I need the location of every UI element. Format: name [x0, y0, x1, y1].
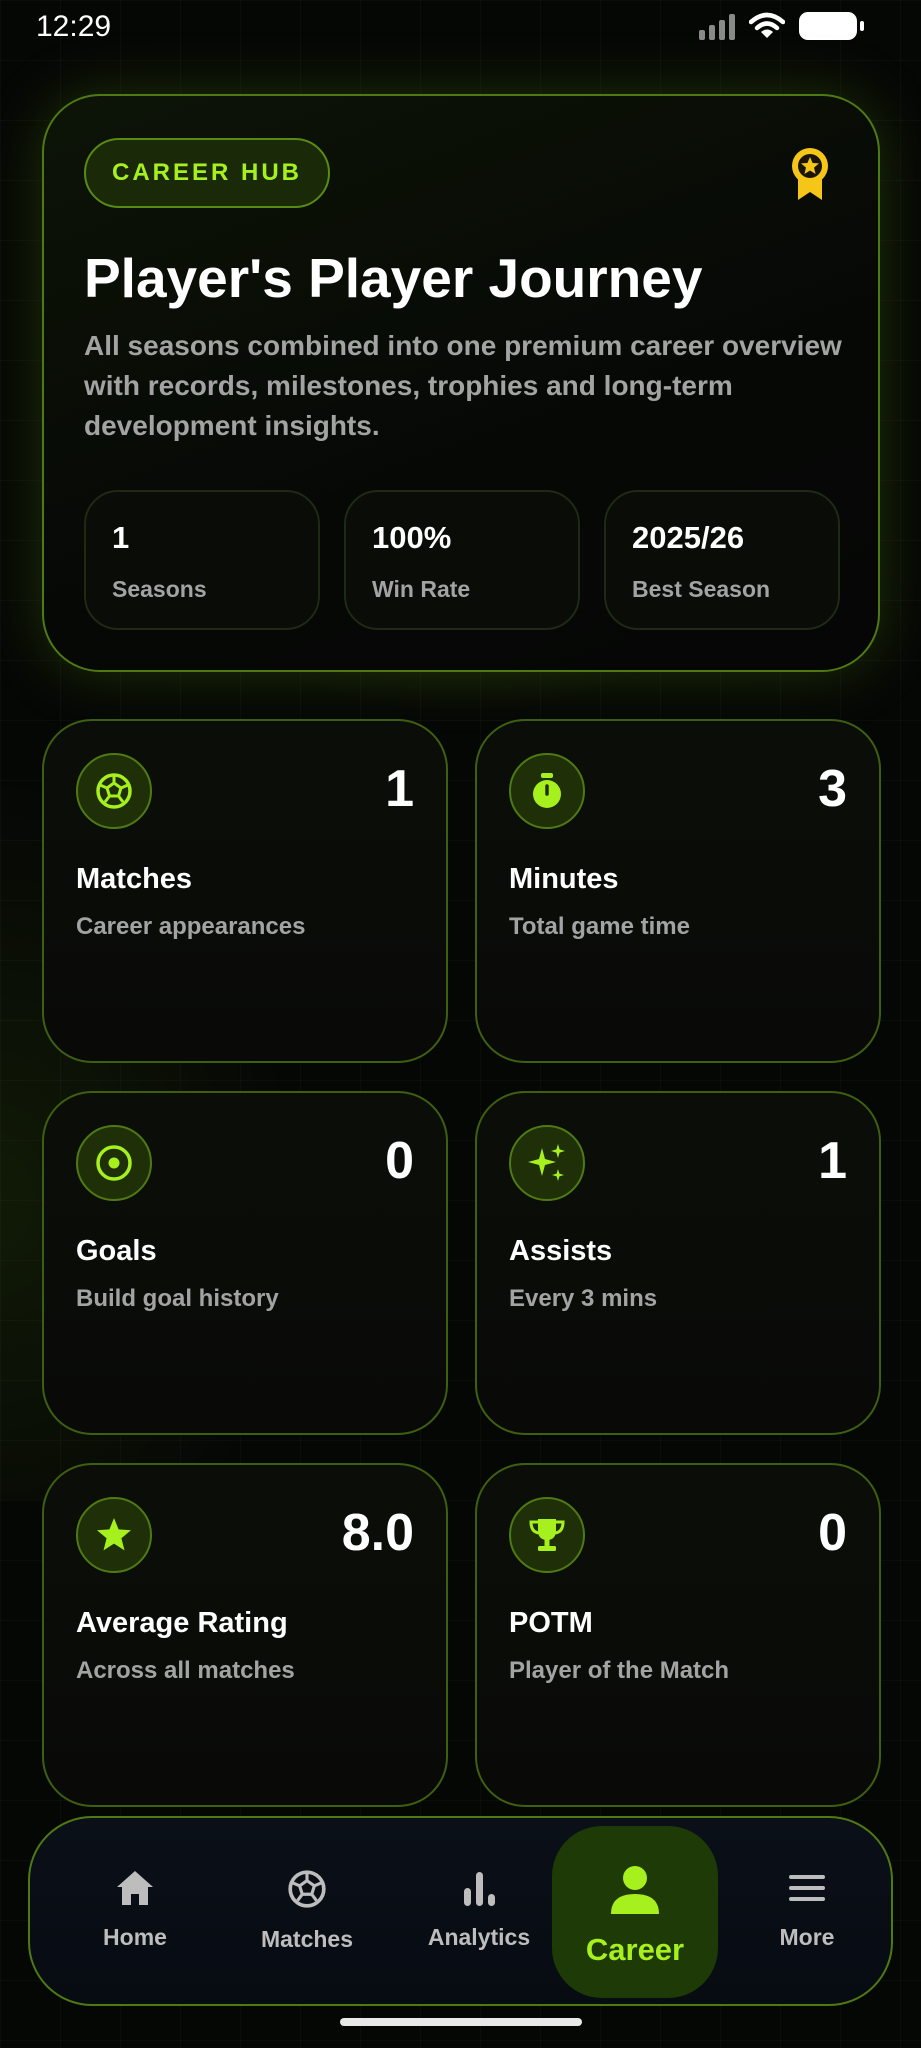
card-title: Assists: [509, 1235, 613, 1267]
stat-seasons: 1 Seasons: [84, 490, 320, 630]
nav-label: Home: [103, 1924, 167, 1950]
card-value: 3: [818, 760, 847, 818]
card-subtitle: Every 3 mins: [509, 1285, 658, 1312]
card-value: 1: [818, 1132, 847, 1190]
stat-value: 2025/26: [632, 520, 745, 555]
stat-best-season: 2025/26 Best Season: [604, 490, 840, 630]
card-value: 0: [818, 1504, 847, 1562]
card-value: 8.0: [341, 1504, 414, 1562]
metric-card-assists[interactable]: 1 Assists Every 3 mins: [475, 1091, 881, 1435]
nav-label: Career: [585, 1932, 685, 1967]
football-icon: [76, 753, 152, 829]
wifi-icon: [749, 12, 785, 38]
career-hub-badge: CAREER HUB: [84, 138, 331, 208]
menu-icon: [789, 1875, 825, 1901]
star-icon: [76, 1497, 152, 1573]
card-subtitle: Across all matches: [76, 1657, 295, 1684]
stat-label: Win Rate: [372, 576, 471, 602]
metric-card-potm[interactable]: 0 POTM Player of the Match: [475, 1463, 881, 1807]
nav-item-analytics[interactable]: Analytics: [396, 1818, 562, 2008]
card-title: POTM: [509, 1607, 593, 1639]
bar-chart-icon: [464, 1872, 495, 1906]
card-subtitle: Career appearances: [76, 913, 306, 940]
target-icon: [76, 1125, 152, 1201]
bottom-nav: Home Matches Analytics Career More: [28, 1816, 893, 2006]
status-time: 12:29: [36, 10, 112, 43]
page-title: Player's Player Journey: [84, 247, 703, 309]
nav-item-matches[interactable]: Matches: [224, 1818, 390, 2008]
metric-card-goals[interactable]: 0 Goals Build goal history: [42, 1091, 448, 1435]
metric-card-average-rating[interactable]: 8.0 Average Rating Across all matches: [42, 1463, 448, 1807]
card-subtitle: Total game time: [509, 913, 690, 940]
card-title: Matches: [76, 863, 193, 895]
home-indicator[interactable]: [340, 2018, 582, 2026]
home-icon: [117, 1871, 153, 1905]
career-hero-card: CAREER HUB Player's Player Journey All s…: [42, 94, 880, 672]
stopwatch-icon: [509, 753, 585, 829]
card-value: 1: [385, 760, 414, 818]
status-icons: [699, 12, 864, 40]
card-title: Minutes: [509, 863, 619, 895]
status-bar: 12:29: [0, 0, 921, 54]
battery-icon: [799, 12, 864, 40]
hero-description: All seasons combined into one premium ca…: [84, 330, 842, 441]
hero-stats: 1 Seasons 100% Win Rate 2025/26 Best Sea…: [84, 490, 840, 630]
stat-label: Seasons: [112, 576, 207, 602]
stat-label: Best Season: [632, 576, 771, 602]
metric-card-minutes[interactable]: 3 Minutes Total game time: [475, 719, 881, 1063]
signal-icon: [699, 12, 735, 40]
card-title: Goals: [76, 1235, 157, 1267]
card-subtitle: Build goal history: [76, 1285, 279, 1312]
stat-value: 1: [112, 520, 130, 555]
football-icon: [288, 1870, 326, 1908]
stat-value: 100%: [372, 520, 452, 555]
nav-label: Matches: [260, 1926, 354, 1952]
metric-card-matches[interactable]: 1 Matches Career appearances: [42, 719, 448, 1063]
card-value: 0: [385, 1132, 414, 1190]
nav-label: Analytics: [427, 1924, 531, 1950]
nav-item-home[interactable]: Home: [52, 1818, 218, 2008]
person-icon: [611, 1866, 659, 1914]
trophy-icon: [509, 1497, 585, 1573]
sparkles-icon: [509, 1125, 585, 1201]
stat-win-rate: 100% Win Rate: [344, 490, 580, 630]
card-title: Average Rating: [76, 1607, 288, 1639]
award-ribbon-icon: [792, 148, 828, 200]
nav-item-more[interactable]: More: [724, 1818, 890, 2008]
nav-label: More: [779, 1924, 835, 1950]
card-subtitle: Player of the Match: [509, 1657, 730, 1684]
nav-item-career[interactable]: Career: [552, 1826, 718, 1998]
